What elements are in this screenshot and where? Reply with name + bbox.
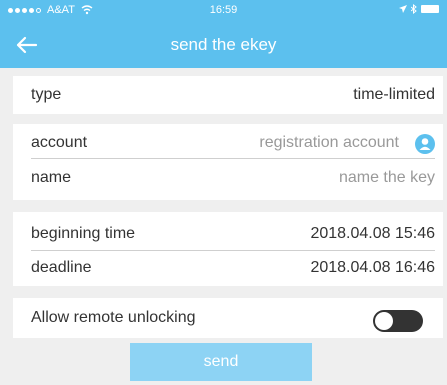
deadline-row[interactable]: deadline 2018.04.08 16:46: [13, 250, 443, 286]
name-row: name name the key: [13, 160, 443, 196]
name-label: name: [31, 169, 72, 186]
user-icon[interactable]: [415, 134, 435, 154]
deadline-label: deadline: [31, 259, 92, 276]
beginning-time-row[interactable]: beginning time 2018.04.08 15:46: [13, 216, 443, 252]
page-title: send the ekey: [170, 35, 277, 54]
location-arrow-icon: [399, 5, 407, 13]
recipient-card: account registration account name name t…: [13, 124, 443, 200]
bluetooth-icon: [411, 4, 417, 14]
battery-icon: [421, 5, 439, 13]
beginning-time-label: beginning time: [31, 225, 136, 242]
toggle-knob: [375, 312, 393, 330]
remote-card: Allow remote unlocking: [13, 298, 443, 338]
type-label: type: [31, 86, 62, 103]
remote-unlock-label: Allow remote unlocking: [31, 309, 196, 326]
account-divider: [31, 158, 435, 159]
status-right: [399, 4, 439, 14]
time-card: beginning time 2018.04.08 15:46 deadline…: [13, 212, 443, 286]
type-row[interactable]: type time-limited: [13, 77, 443, 113]
send-button[interactable]: send: [130, 343, 312, 381]
deadline-value: 2018.04.08 16:46: [310, 259, 435, 276]
account-row: account registration account: [13, 125, 443, 161]
type-value: time-limited: [353, 86, 435, 103]
status-time: 16:59: [209, 4, 238, 16]
beginning-time-value: 2018.04.08 15:46: [310, 225, 435, 242]
remote-unlock-toggle[interactable]: [373, 310, 423, 332]
remote-unlock-row: Allow remote unlocking: [13, 300, 443, 336]
account-label: account: [31, 134, 88, 151]
nav-bar: send the ekey: [0, 22, 447, 68]
status-bar: A&AT 16:59: [0, 0, 447, 22]
type-card: type time-limited: [13, 76, 443, 114]
account-input[interactable]: registration account: [259, 134, 399, 152]
name-input[interactable]: name the key: [339, 169, 435, 187]
